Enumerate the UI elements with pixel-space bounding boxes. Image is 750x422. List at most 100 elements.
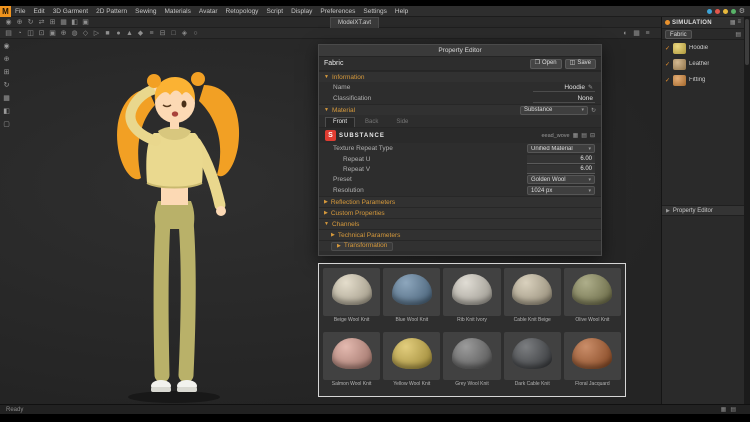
fabric-swatch[interactable]: Rib Knit Ivory — [443, 268, 501, 329]
account-red-icon[interactable] — [714, 8, 720, 14]
toolbar-icon[interactable]: ◇ — [80, 28, 91, 39]
gear-icon[interactable]: ⚙ — [739, 6, 745, 17]
tab-side[interactable]: Side — [388, 117, 416, 127]
fabric-swatch[interactable]: Cable Knit Beige — [503, 268, 561, 329]
account-yellow-icon[interactable] — [722, 8, 728, 14]
toolbar-icon[interactable]: ≡ — [146, 28, 157, 39]
toolbar-icon[interactable]: ◔ — [14, 28, 25, 39]
toolbar-icon[interactable]: ◫ — [25, 28, 36, 39]
toolbar-icon[interactable]: ● — [113, 28, 124, 39]
toolbar-icon[interactable]: ◧ — [69, 17, 80, 28]
section-channels[interactable]: ▼ Channels — [319, 218, 601, 229]
menu-sewing[interactable]: Sewing — [131, 6, 160, 17]
toolbar-icon[interactable]: ⊡ — [36, 28, 47, 39]
remove-icon[interactable]: ⊟ — [590, 132, 595, 139]
pin-tool-icon[interactable]: ◧ — [3, 107, 10, 116]
tab-fabric[interactable]: Fabric — [665, 29, 692, 39]
document-tab[interactable]: ModelXT.avt — [330, 17, 380, 28]
toolbar-icon[interactable]: ⊞ — [47, 17, 58, 28]
property-editor-title[interactable]: Property Editor — [319, 45, 601, 57]
menu-script[interactable]: Script — [262, 6, 287, 17]
substance-file-name[interactable]: eead_wove — [541, 133, 569, 139]
fabric-swatch[interactable]: Olive Wool Knit — [563, 268, 621, 329]
toolbar-icon[interactable]: ■ — [102, 28, 113, 39]
select-tool-icon[interactable]: ◉ — [3, 42, 9, 51]
section-transformation[interactable]: ▶ Transformation — [319, 240, 601, 251]
toolbar-icon[interactable]: ⊕ — [58, 28, 69, 39]
tab-front[interactable]: Front — [325, 117, 356, 127]
account-blue-icon[interactable] — [706, 8, 712, 14]
classification-value[interactable]: None — [533, 95, 595, 103]
menu-icon[interactable]: ≡ — [737, 19, 741, 26]
list-icon[interactable]: ▤ — [735, 31, 741, 38]
toolbar-icon[interactable]: ▣ — [47, 28, 58, 39]
rotate-tool-icon[interactable]: ↻ — [4, 81, 10, 90]
toolbar-icon[interactable]: ⇄ — [36, 17, 47, 28]
resolution-dropdown[interactable]: 1024 px ▾ — [527, 186, 595, 195]
repeat-u-input[interactable]: 6.00 — [527, 154, 595, 164]
menu-file[interactable]: File — [11, 6, 29, 17]
section-technical-parameters[interactable]: ▶ Technical Parameters — [319, 229, 601, 240]
toolbar-icon[interactable]: ◍ — [69, 28, 80, 39]
check-icon[interactable]: ✓ — [665, 61, 670, 68]
fabric-swatch[interactable]: Floral Jacquard — [563, 332, 621, 393]
refresh-icon[interactable]: ↻ — [591, 107, 596, 114]
menu-2d-pattern[interactable]: 2D Pattern — [92, 6, 131, 17]
property-editor-collapsed-header[interactable]: ▶ Property Editor — [662, 205, 744, 216]
frame-tool-icon[interactable]: ▢ — [3, 120, 10, 129]
fabric-swatch[interactable]: Beige Wool Knit — [323, 268, 381, 329]
toolbar-icon[interactable]: ↻ — [25, 17, 36, 28]
material-type-dropdown[interactable]: Substance ▾ — [519, 105, 588, 115]
check-icon[interactable]: ✓ — [665, 77, 670, 84]
open-button[interactable]: ❐ Open — [529, 58, 562, 69]
check-icon[interactable]: ✓ — [665, 45, 670, 52]
object-item-leather[interactable]: ✓ Leather — [662, 56, 744, 72]
toolbar-icon[interactable]: ◉ — [3, 17, 14, 28]
layout-grid-icon[interactable]: ▦ — [721, 406, 727, 413]
list-icon[interactable]: ▤ — [581, 132, 587, 139]
toolbar-icon[interactable]: ◆ — [135, 28, 146, 39]
section-reflection-parameters[interactable]: ▶ Reflection Parameters — [319, 196, 601, 207]
toolbar-icon[interactable]: ▣ — [80, 17, 91, 28]
fabric-swatch[interactable]: Grey Wool Knit — [443, 332, 501, 393]
section-information[interactable]: ▼ Information — [319, 71, 601, 82]
grid-icon[interactable]: ▦ — [573, 132, 579, 139]
menu-preferences[interactable]: Preferences — [316, 6, 359, 17]
save-button[interactable]: ◫ Save — [564, 58, 596, 69]
toolbar-icon[interactable]: □ — [168, 28, 179, 39]
edit-icon[interactable]: ✎ — [588, 84, 593, 91]
avatar-character[interactable] — [62, 39, 292, 411]
texture-repeat-dropdown[interactable]: Unified Material ▾ — [527, 144, 595, 153]
menu-edit[interactable]: Edit — [29, 6, 48, 17]
section-custom-properties[interactable]: ▶ Custom Properties — [319, 207, 601, 218]
transformation-chip[interactable]: ▶ Transformation — [331, 241, 394, 251]
grid-view-icon[interactable]: ▦ — [631, 28, 642, 39]
right-scrollbar-thumb[interactable] — [745, 19, 749, 65]
object-item-hoodie[interactable]: ✓ Hoodie — [662, 40, 744, 56]
object-item-fitting[interactable]: ✓ Fitting — [662, 72, 744, 88]
layout-list-icon[interactable]: ▤ — [730, 406, 736, 413]
tab-back[interactable]: Back — [357, 117, 386, 127]
grid-icon[interactable]: ▦ — [730, 19, 736, 26]
toolbar-icon[interactable]: ▦ — [58, 17, 69, 28]
account-green-icon[interactable] — [730, 8, 736, 14]
toolbar-icon[interactable]: ▲ — [124, 28, 135, 39]
shading-mode-icon[interactable]: ◐ — [620, 28, 631, 39]
toolbar-icon[interactable]: ▷ — [91, 28, 102, 39]
repeat-v-input[interactable]: 6.00 — [527, 164, 595, 174]
menu-settings[interactable]: Settings — [359, 6, 391, 17]
menu-display[interactable]: Display — [287, 6, 316, 17]
texture-tool-icon[interactable]: ▦ — [3, 94, 10, 103]
menu-materials[interactable]: Materials — [161, 6, 195, 17]
toolbar-icon[interactable]: ○ — [190, 28, 201, 39]
fabric-swatch[interactable]: Salmon Wool Knit — [323, 332, 381, 393]
section-material[interactable]: ▼ Material Substance ▾ ↻ — [319, 104, 601, 115]
menu-3d-garment[interactable]: 3D Garment — [49, 6, 92, 17]
grid-tool-icon[interactable]: ⊞ — [4, 68, 10, 77]
add-tool-icon[interactable]: ⊕ — [4, 55, 10, 64]
panel-menu-icon[interactable]: ≡ — [642, 28, 653, 39]
toolbar-icon[interactable]: ⊟ — [157, 28, 168, 39]
preset-dropdown[interactable]: Golden Wool ▾ — [527, 175, 595, 184]
toolbar-icon[interactable]: ⊕ — [14, 17, 25, 28]
toolbar-icon[interactable]: ◈ — [179, 28, 190, 39]
